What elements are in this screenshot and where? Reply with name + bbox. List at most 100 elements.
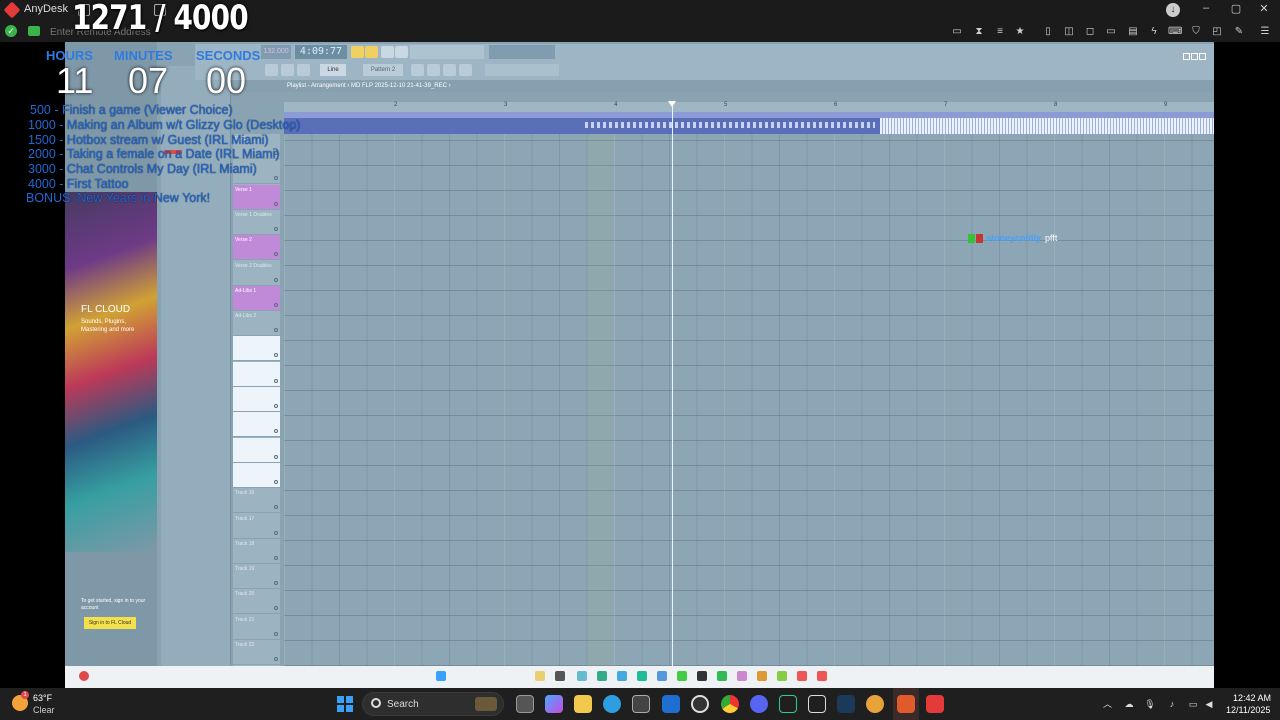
track-header[interactable]: Verse 1 Doubles — [233, 210, 280, 235]
shield-icon[interactable]: ⛉ — [1189, 25, 1203, 39]
start-icon[interactable] — [337, 696, 353, 712]
browser-button[interactable] — [459, 64, 472, 76]
maximize-button[interactable]: ▢ — [1226, 2, 1246, 15]
track-enable-icon[interactable] — [274, 631, 278, 636]
anydesk-app-icon[interactable] — [926, 695, 944, 713]
remote-app-icon[interactable] — [777, 671, 787, 681]
playlist-grid[interactable] — [284, 134, 1214, 666]
countdown-button[interactable] — [381, 46, 394, 58]
snap-button[interactable] — [265, 64, 278, 76]
remote-app-icon[interactable] — [817, 671, 827, 681]
track-header[interactable]: Track 20 — [233, 589, 280, 615]
anydesk-taskbar-icon[interactable] — [897, 695, 915, 713]
metronome-button[interactable] — [351, 46, 364, 58]
chatgpt-icon[interactable] — [691, 695, 709, 713]
lightning-icon[interactable]: ϟ — [1147, 25, 1161, 39]
track-enable-icon[interactable] — [274, 277, 278, 282]
play-button[interactable] — [281, 64, 294, 76]
close-button[interactable]: ✕ — [1254, 2, 1274, 15]
database-icon[interactable]: ≡ — [993, 25, 1007, 39]
track-header[interactable]: Track 22 — [233, 640, 280, 665]
file-explorer-icon[interactable] — [574, 695, 592, 713]
remote-app-icon[interactable] — [737, 671, 747, 681]
loop-record-button[interactable] — [395, 46, 408, 58]
fl-studio-icon[interactable] — [866, 695, 884, 713]
track-enable-icon[interactable] — [274, 378, 278, 383]
piano-roll-button[interactable] — [411, 64, 424, 76]
track-enable-icon[interactable] — [274, 404, 278, 408]
track-enable-icon[interactable] — [274, 657, 278, 661]
chrome-icon[interactable] — [721, 695, 739, 713]
track-header[interactable]: Verse 2 Doubles — [233, 261, 280, 286]
clock-date[interactable]: 12/11/2025 — [1226, 705, 1270, 715]
pen-icon[interactable]: ✎ — [1232, 25, 1246, 39]
fl-window-buttons[interactable] — [1183, 47, 1209, 60]
track-enable-icon[interactable] — [274, 581, 278, 586]
mic-muted-icon[interactable]: 🎙 — [1144, 698, 1156, 710]
tray-expand-icon[interactable]: ︿ — [1103, 697, 1112, 710]
playlist-ruler[interactable] — [284, 102, 1214, 112]
clock-time[interactable]: 12:42 AM — [1233, 693, 1271, 703]
tiktok-icon[interactable] — [808, 695, 826, 713]
minimize-button[interactable]: – — [1196, 2, 1216, 14]
onedrive-icon[interactable]: ☁ — [1123, 698, 1135, 710]
actions-icon[interactable]: ◻ — [1083, 25, 1097, 39]
remote-app-icon[interactable] — [555, 671, 565, 681]
track-enable-icon[interactable] — [274, 479, 278, 484]
tempo-display[interactable]: 132.000 — [261, 45, 291, 59]
remote-app-icon[interactable] — [597, 671, 607, 681]
menu-icon[interactable]: ☰ — [1258, 25, 1272, 39]
pattern-select[interactable]: Pattern 2 — [363, 64, 403, 76]
remote-app-icon[interactable] — [677, 671, 687, 681]
track-enable-icon[interactable] — [274, 454, 278, 459]
track-header[interactable]: Track 19 — [233, 564, 280, 590]
keyboard-icon[interactable]: ⌨ — [1168, 25, 1182, 39]
outlook-icon[interactable] — [662, 695, 680, 713]
track-enable-icon[interactable] — [274, 530, 278, 535]
track-header[interactable]: Track 21 — [233, 615, 280, 640]
track-enable-icon[interactable] — [274, 606, 278, 611]
remote-app-icon[interactable] — [717, 671, 727, 681]
track-header[interactable] — [233, 412, 280, 438]
channel-rack-button[interactable] — [427, 64, 440, 76]
remote-app-icon[interactable] — [657, 671, 667, 681]
taskbar-search[interactable]: Search — [362, 692, 504, 716]
track-enable-icon[interactable] — [274, 505, 278, 510]
track-enable-icon[interactable] — [274, 429, 278, 434]
star-icon[interactable]: ★ — [1013, 25, 1027, 39]
playhead-marker-icon[interactable] — [668, 101, 676, 107]
download-icon[interactable]: ↓ — [1166, 3, 1180, 17]
edge-icon[interactable] — [603, 695, 621, 713]
volume-icon[interactable]: ◀ — [1203, 698, 1215, 710]
remote-app-icon[interactable] — [535, 671, 545, 681]
discord-icon[interactable] — [750, 695, 768, 713]
display-icon[interactable]: ◫ — [1062, 25, 1076, 39]
track-header[interactable]: Verse 2 — [233, 235, 280, 261]
hourglass-icon[interactable]: ⧗ — [972, 25, 986, 39]
remote-app-icon[interactable] — [637, 671, 647, 681]
remote-app-icon[interactable] — [617, 671, 627, 681]
track-header[interactable] — [233, 387, 280, 412]
track-header[interactable]: Verse 1 — [233, 184, 280, 210]
track-header[interactable]: Track 16 — [233, 488, 280, 514]
track-header[interactable] — [233, 361, 280, 387]
track-header[interactable] — [233, 437, 280, 463]
microphone-icon[interactable]: ♪ — [1166, 698, 1178, 710]
snap-select[interactable]: Line — [320, 64, 346, 76]
xbox-icon[interactable] — [779, 695, 797, 713]
track-header[interactable]: Track 17 — [233, 514, 280, 539]
chat-message-icon[interactable]: ▤ — [1126, 25, 1140, 39]
track-header[interactable]: Ad-Libs 1 — [233, 285, 280, 311]
remote-start-icon[interactable] — [436, 671, 446, 681]
steam-icon[interactable] — [837, 695, 855, 713]
wait-button[interactable] — [365, 46, 378, 58]
copilot-icon[interactable] — [545, 695, 563, 713]
network-icon[interactable]: ▭ — [1187, 698, 1199, 710]
record-button[interactable] — [297, 64, 310, 76]
chat-icon[interactable]: ▭ — [950, 25, 964, 39]
store-icon[interactable] — [632, 695, 650, 713]
file-icon[interactable]: ▯ — [1041, 25, 1055, 39]
track-enable-icon[interactable] — [274, 201, 278, 206]
signin-fl-cloud-button[interactable]: Sign in to FL Cloud — [84, 617, 136, 629]
weather-temperature[interactable]: 63°F — [33, 693, 52, 703]
